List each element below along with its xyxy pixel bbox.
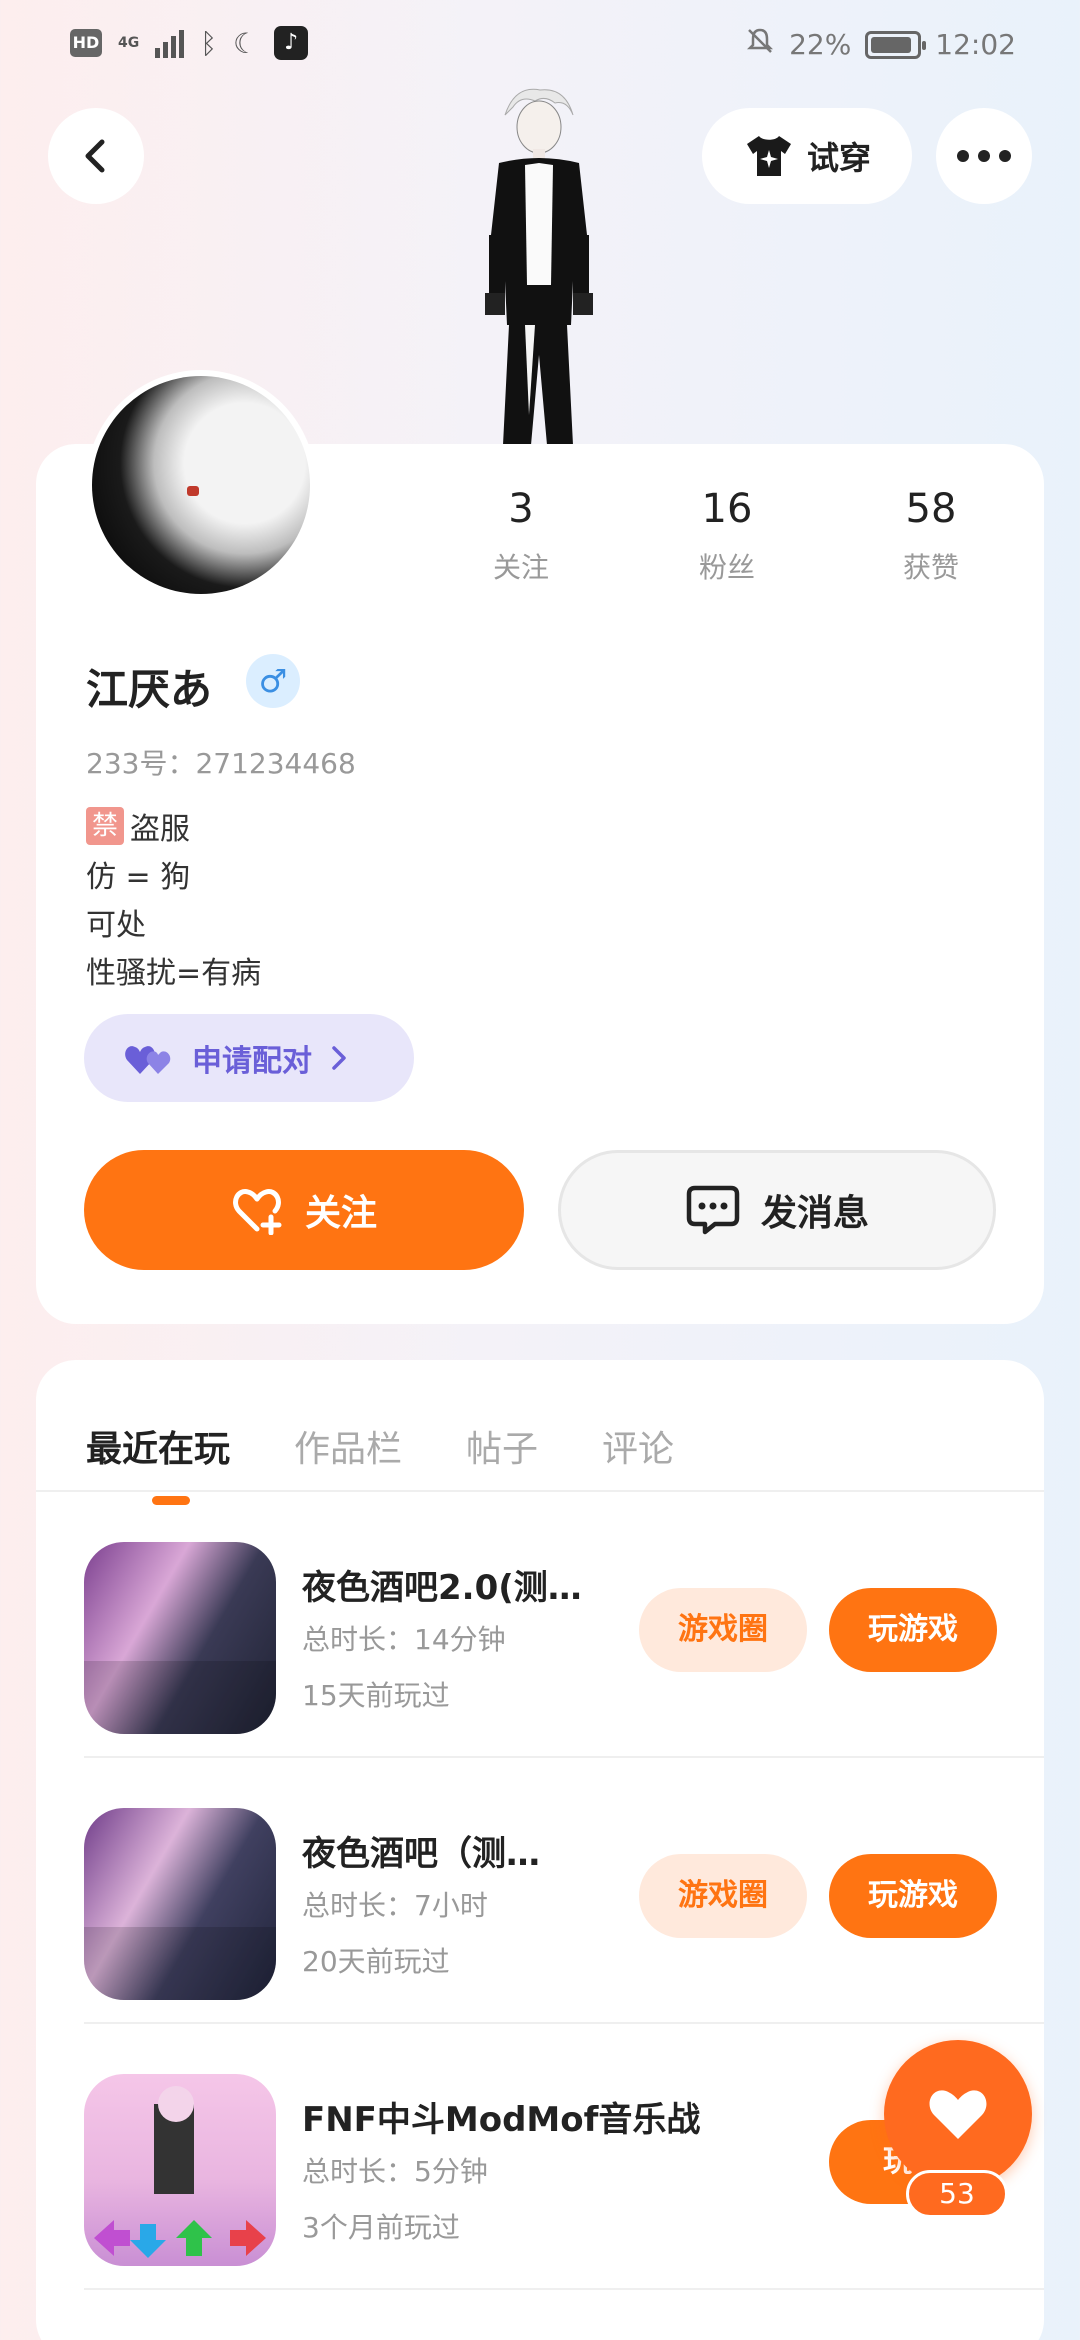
heart-icon xyxy=(929,2090,987,2139)
stat-followers-label: 粉丝 xyxy=(698,551,755,584)
game-list-item[interactable]: 夜色酒吧2.0(测… 总时长：14分钟 15天前玩过 游戏圈 玩游戏 xyxy=(84,1492,1044,1758)
bio-line-text: 性骚扰=有病 xyxy=(86,956,262,991)
game-circle-button[interactable]: 游戏圈 xyxy=(639,1854,807,1938)
bio-line-text: 仿 = 狗 xyxy=(86,860,191,895)
hd-icon: HD xyxy=(70,29,102,57)
stat-following-count: 3 xyxy=(508,486,534,532)
stat-followers-count: 16 xyxy=(701,486,753,532)
game-cover-image[interactable] xyxy=(84,2074,276,2266)
bluetooth-icon: ᛒ xyxy=(200,26,218,60)
status-bar: HD 4G ᛒ ☾ ♪ 22% 12:02 xyxy=(0,0,1080,90)
stat-followers[interactable]: 16 粉丝 xyxy=(652,486,802,586)
moon-icon: ☾ xyxy=(233,26,259,60)
follow-label: 关注 xyxy=(304,1193,377,1234)
shirt-icon xyxy=(746,136,791,176)
try-on-label: 试穿 xyxy=(806,139,871,177)
tab-posts[interactable]: 帖子 xyxy=(466,1420,538,1472)
hearts-icon xyxy=(125,1046,171,1074)
game-circle-button[interactable]: 游戏圈 xyxy=(639,1588,807,1672)
request-pairing-label: 申请配对 xyxy=(192,1044,312,1079)
ban-badge-icon: 禁 xyxy=(86,807,124,845)
battery-icon xyxy=(865,30,927,59)
fnf-arrows-icon xyxy=(94,2086,266,2258)
user-id: 233号：271234468 xyxy=(86,747,356,780)
male-gender-icon: ♂ xyxy=(246,654,300,708)
stat-following-label: 关注 xyxy=(492,551,549,584)
battery-percent: 22% xyxy=(789,28,852,61)
like-button[interactable] xyxy=(884,2040,1032,2188)
game-duration: 总时长：14分钟 xyxy=(302,1623,506,1656)
game-last-played: 3个月前玩过 xyxy=(302,2211,460,2244)
game-cover-image[interactable] xyxy=(84,1542,276,1734)
tab-works[interactable]: 作品栏 xyxy=(294,1420,402,1472)
stat-likes-label: 获赞 xyxy=(902,551,959,584)
avatar-image xyxy=(92,376,310,594)
more-button[interactable] xyxy=(936,108,1032,204)
play-game-button[interactable]: 玩游戏 xyxy=(829,1588,997,1672)
try-on-button[interactable]: 试穿 xyxy=(702,108,912,204)
tab-comments[interactable]: 评论 xyxy=(602,1420,674,1472)
stat-likes[interactable]: 58 获赞 xyxy=(856,486,1006,586)
send-message-button[interactable]: 发消息 xyxy=(558,1150,996,1270)
chat-bubble-icon xyxy=(686,1185,740,1235)
back-button[interactable] xyxy=(48,108,144,204)
bio-line-text: 可处 xyxy=(86,908,146,943)
game-list-item[interactable]: 夜色酒吧（测… 总时长：7小时 20天前玩过 游戏圈 玩游戏 xyxy=(84,1758,1044,2024)
signal-icon xyxy=(155,28,185,58)
more-dots-icon xyxy=(957,150,1011,162)
avatar-figure-illustration xyxy=(485,88,593,445)
stat-following[interactable]: 3 关注 xyxy=(446,486,596,586)
game-last-played: 15天前玩过 xyxy=(302,1679,450,1712)
chevron-right-icon xyxy=(332,1046,346,1070)
bio-line: 可处 xyxy=(86,898,261,946)
stat-likes-count: 58 xyxy=(905,486,957,532)
network-label: 4G xyxy=(118,35,140,51)
bio-line-text: 盗服 xyxy=(130,812,190,847)
clock: 12:02 xyxy=(935,28,1016,61)
bio-line: 禁 盗服 xyxy=(86,802,261,850)
game-cover-image[interactable] xyxy=(84,1808,276,2000)
bio-line: 仿 = 狗 xyxy=(86,850,261,898)
username: 江厌あ xyxy=(86,665,213,714)
like-count-badge: 53 xyxy=(906,2170,1008,2218)
heart-plus-icon xyxy=(233,1189,282,1235)
game-duration: 总时长：5分钟 xyxy=(302,2155,488,2188)
mute-icon xyxy=(745,26,775,63)
send-message-label: 发消息 xyxy=(760,1193,869,1234)
game-duration: 总时长：7小时 xyxy=(302,1889,488,1922)
game-title: 夜色酒吧2.0(测… xyxy=(302,1568,582,1608)
game-title: FNF中斗ModMof音乐战 xyxy=(302,2100,701,2140)
avatar[interactable] xyxy=(86,370,316,600)
play-game-button[interactable]: 玩游戏 xyxy=(829,1854,997,1938)
tab-bar: 最近在玩 作品栏 帖子 评论 xyxy=(86,1420,674,1505)
bio: 禁 盗服 仿 = 狗 可处 性骚扰=有病 xyxy=(86,802,261,994)
bio-line: 性骚扰=有病 xyxy=(86,946,261,994)
content-card: 最近在玩 作品栏 帖子 评论 夜色酒吧2.0(测… 总时长：14分钟 15天前玩… xyxy=(36,1360,1044,2340)
tiktok-icon: ♪ xyxy=(274,26,309,60)
request-pairing-button[interactable]: 申请配对 xyxy=(84,1014,414,1102)
chevron-left-icon xyxy=(85,139,105,173)
follow-button[interactable]: 关注 xyxy=(84,1150,524,1270)
game-last-played: 20天前玩过 xyxy=(302,1945,450,1978)
tab-recently-played[interactable]: 最近在玩 xyxy=(86,1420,230,1505)
game-title: 夜色酒吧（测… xyxy=(302,1834,540,1874)
